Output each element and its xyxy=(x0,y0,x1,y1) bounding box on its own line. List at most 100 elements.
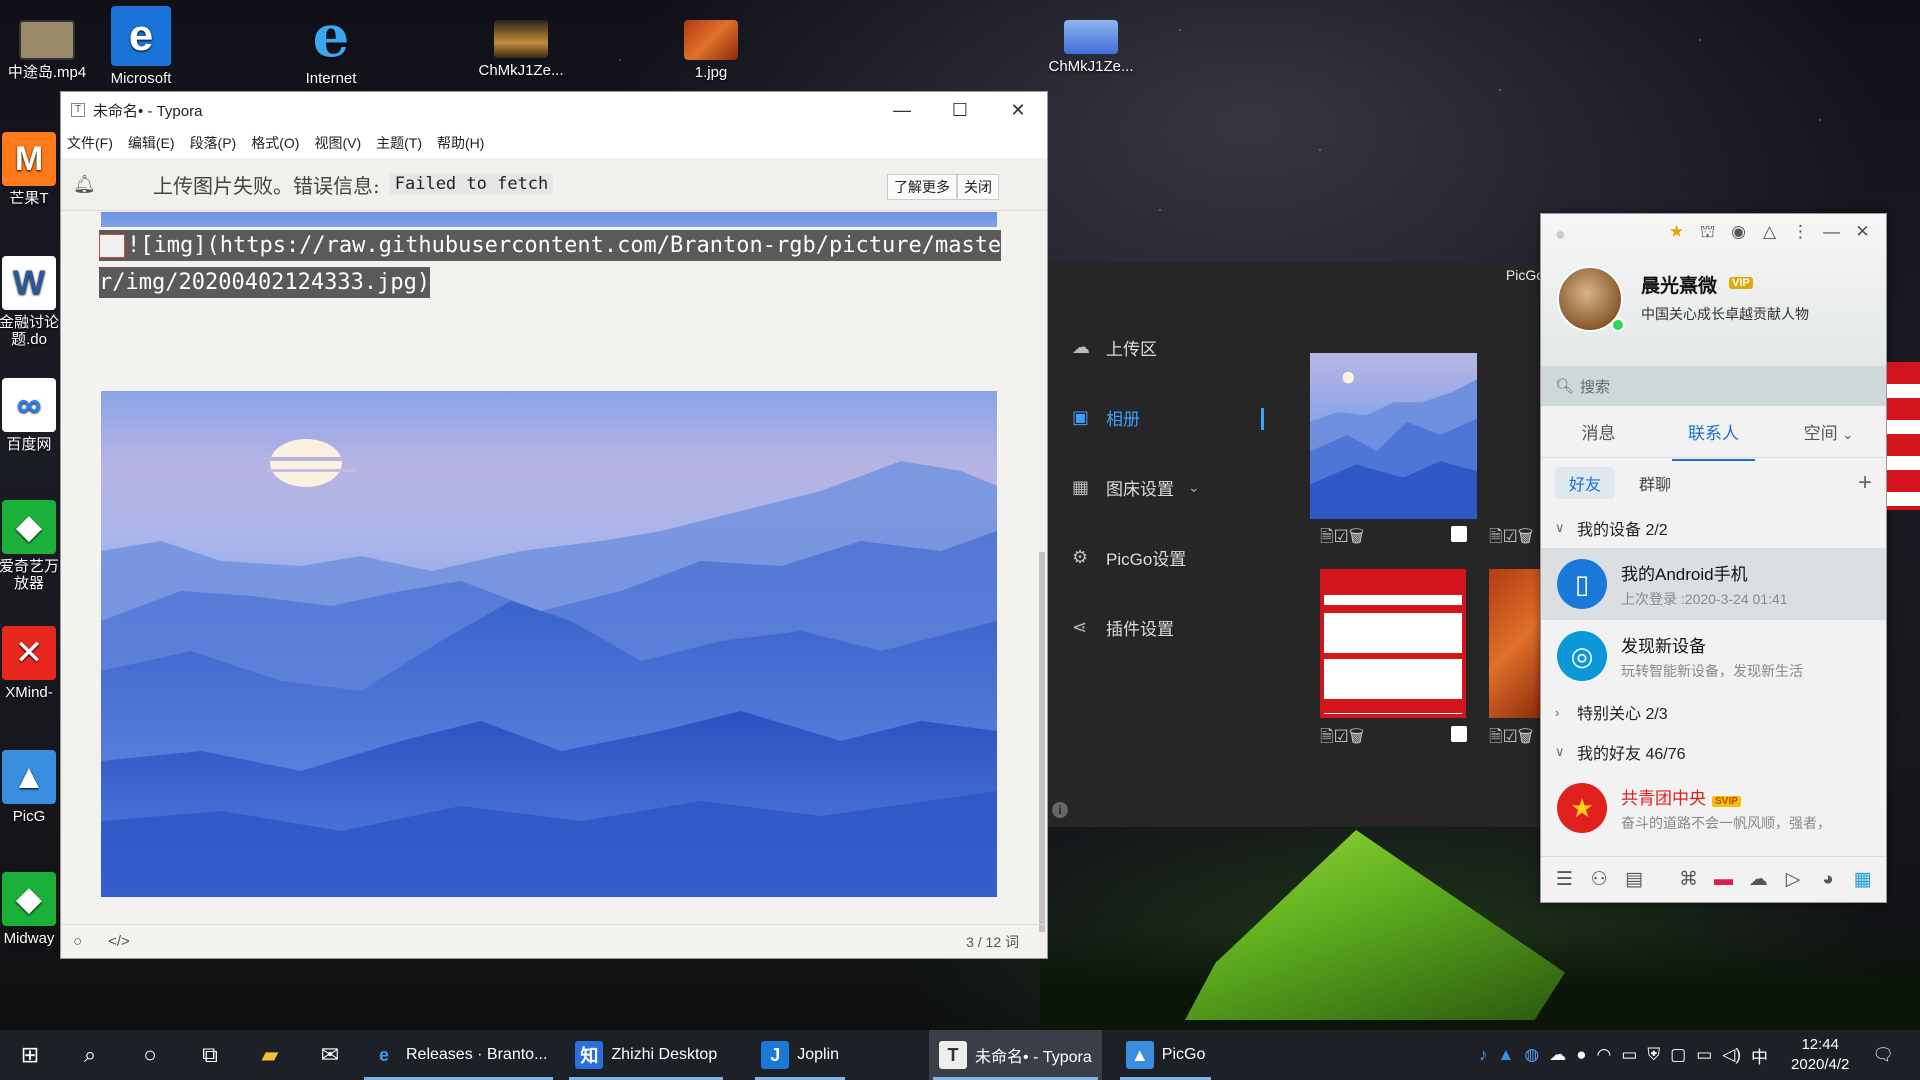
ime-indicator[interactable]: 中 xyxy=(1751,1043,1768,1068)
album-checkbox[interactable] xyxy=(1451,726,1467,742)
menu-help[interactable]: 帮助(H) xyxy=(437,133,484,153)
wifi-icon[interactable]: ◠ xyxy=(1596,1045,1611,1065)
task-view-icon[interactable]: ⧉ xyxy=(180,1030,240,1080)
album-actions[interactable]: 🗎☑🗑 xyxy=(1489,524,1533,553)
album-actions[interactable]: 🗎☑🗑 xyxy=(1489,724,1533,753)
taskbar-app-picgo[interactable]: ▲ PicGo xyxy=(1116,1030,1216,1080)
learn-more-button[interactable]: 了解更多 xyxy=(887,174,957,200)
taskbar-app-edge[interactable]: e Releases · Branto... xyxy=(360,1030,557,1080)
apps-grid-icon[interactable]: ▦ xyxy=(1845,868,1880,891)
network-tray-icon[interactable]: ◍ xyxy=(1524,1045,1539,1065)
online-status-icon[interactable] xyxy=(1611,318,1625,332)
medal-icon[interactable]: ◉ xyxy=(1723,222,1754,244)
joplin-tray-icon[interactable]: ♪ xyxy=(1479,1045,1488,1065)
add-friend-icon[interactable]: ⚇ xyxy=(1582,868,1617,891)
desktop-icon-edge[interactable]: e Microsoft xyxy=(96,6,186,87)
desktop-icon-picgo[interactable]: ▲ PicG xyxy=(0,750,64,825)
menu-file[interactable]: 文件(F) xyxy=(67,133,113,153)
tab-qzone[interactable]: 空间 ⌄ xyxy=(1771,419,1886,444)
desktop-icon-video[interactable]: 中途岛.mp4 xyxy=(2,20,92,81)
desktop-icon-image1[interactable]: ChMkJ1Ze... xyxy=(476,20,566,79)
menu-edit[interactable]: 编辑(E) xyxy=(128,133,175,153)
qq-tray-icon[interactable]: ● xyxy=(1576,1045,1586,1065)
inline-image-mountains[interactable] xyxy=(101,391,997,897)
menu-theme[interactable]: 主题(T) xyxy=(376,133,422,153)
picgo-tray-icon[interactable]: ▲ xyxy=(1498,1045,1515,1065)
file-explorer-icon[interactable]: ▰ xyxy=(240,1030,300,1080)
minimize-button[interactable]: — xyxy=(1816,222,1847,244)
play-icon[interactable]: ▷ xyxy=(1776,868,1811,891)
subtab-groups[interactable]: 群聊 xyxy=(1639,471,1671,495)
group-devices[interactable]: ∨ 我的设备 2/2 xyxy=(1541,508,1886,548)
markdown-image-source[interactable]: ![img](https://raw.githubusercontent.com… xyxy=(99,227,1013,301)
gift-icon[interactable]: ⛫ xyxy=(1692,222,1723,244)
menu-format[interactable]: 格式(O) xyxy=(251,133,299,153)
editor-area[interactable]: ![img](https://raw.githubusercontent.com… xyxy=(61,212,1047,929)
album-actions[interactable]: 🗎☑🗑 xyxy=(1320,724,1364,753)
battery-icon[interactable]: ▭ xyxy=(1696,1045,1712,1065)
defender-icon[interactable]: ⛨ xyxy=(1647,1045,1660,1065)
album-thumb-canyon[interactable] xyxy=(1489,569,1544,718)
desktop-icon-iqiyi[interactable]: ◆ 爱奇艺万放器 xyxy=(0,500,64,592)
app-manager-icon[interactable]: ▤ xyxy=(1617,868,1652,891)
subtab-friends[interactable]: 好友 xyxy=(1555,467,1616,499)
clock[interactable]: 12:44 2020/4/2 xyxy=(1791,1035,1849,1075)
tab-contacts[interactable]: 联系人 xyxy=(1656,419,1771,461)
add-contact-icon[interactable]: + xyxy=(1858,469,1872,497)
close-button[interactable]: ✕ xyxy=(989,100,1047,121)
desktop-icon-1jpg[interactable]: 1.jpg xyxy=(666,20,756,81)
video-icon[interactable]: ▬ xyxy=(1706,869,1741,891)
main-menu-icon[interactable]: ☰ xyxy=(1547,868,1582,891)
volume-icon[interactable]: ◁) xyxy=(1722,1045,1741,1065)
mail-icon[interactable]: ✉ xyxy=(300,1030,360,1080)
contact-discover-device[interactable]: ◎ 发现新设备 玩转智能新设备，发现新生活 xyxy=(1541,620,1886,692)
tab-messages[interactable]: 消息 xyxy=(1541,419,1656,444)
nav-upload[interactable]: ☁ 上传区 xyxy=(1072,312,1252,382)
search-icon[interactable]: ⌕ xyxy=(60,1030,120,1080)
notification-center-icon[interactable]: 🗨︎ xyxy=(1872,1045,1894,1065)
warning-icon[interactable]: △ xyxy=(1754,222,1785,244)
onedrive-icon[interactable]: ☁ xyxy=(1549,1045,1566,1065)
editor-scrollbar[interactable] xyxy=(1037,212,1047,932)
nav-bed-settings[interactable]: ▦ 图床设置 ⌄ xyxy=(1072,452,1252,522)
penguin-icon[interactable]: ◕ xyxy=(1810,869,1845,891)
nav-plugin-settings[interactable]: ⋖ 插件设置 xyxy=(1072,592,1252,662)
menu-paragraph[interactable]: 段落(P) xyxy=(190,133,237,153)
group-special[interactable]: › 特别关心 2/3 xyxy=(1541,692,1886,732)
cloud-icon[interactable]: ☁ xyxy=(1741,868,1776,891)
sidebar-toggle-icon[interactable]: ○ xyxy=(73,933,82,950)
desktop-icon-ie[interactable]: e Internet xyxy=(286,2,376,87)
source-code-icon[interactable]: </> xyxy=(108,933,130,950)
album-thumb-mountains[interactable] xyxy=(1310,353,1477,519)
background-window-edge[interactable] xyxy=(1887,362,1920,510)
album-thumb-partial[interactable] xyxy=(1489,353,1544,519)
maximize-button[interactable]: ☐ xyxy=(931,100,989,121)
profile-signature[interactable]: 中国关心成长卓越贡献人物 xyxy=(1641,304,1809,324)
windows-start-icon[interactable]: ⊞ xyxy=(0,1030,60,1080)
scrollbar-thumb[interactable] xyxy=(1039,552,1045,932)
desktop-icon-midway[interactable]: ◆ Midway xyxy=(0,872,64,947)
album-thumb-red-page[interactable] xyxy=(1320,569,1466,718)
taskbar-app-zhizhi[interactable]: 知 Zhizhi Desktop xyxy=(565,1030,727,1080)
desktop-icon-baidu[interactable]: ∞ 百度网 xyxy=(0,378,64,453)
cortana-icon[interactable]: ○ xyxy=(120,1030,180,1080)
desktop-icon-word-doc[interactable]: W 金融讨论题.do xyxy=(0,256,64,348)
desktop-icon-mango[interactable]: M 芒果T xyxy=(0,132,64,207)
minimize-button[interactable]: — xyxy=(873,100,931,121)
profile-name[interactable]: 晨光熹微 xyxy=(1641,271,1717,298)
nav-album[interactable]: ▣ 相册 xyxy=(1072,382,1264,452)
close-icon[interactable]: ✕ xyxy=(1847,222,1878,244)
contact-android-phone[interactable]: ▯ 我的Android手机 上次登录 :2020-3-24 01:41 xyxy=(1541,548,1886,620)
album-actions[interactable]: 🗎☑🗑 xyxy=(1320,524,1364,553)
game-icon[interactable]: ⌘ xyxy=(1671,868,1706,891)
notice-close-button[interactable]: 关闭 xyxy=(957,174,999,200)
desktop-icon-xmind[interactable]: ✕ XMind- xyxy=(0,626,64,701)
group-friends[interactable]: ∨ 我的好友 46/76 xyxy=(1541,732,1886,772)
monitor-icon[interactable]: ▢ xyxy=(1670,1045,1686,1065)
album-checkbox[interactable] xyxy=(1451,526,1467,542)
menu-view[interactable]: 视图(V) xyxy=(314,133,361,153)
taskbar-app-joplin[interactable]: J Joplin xyxy=(751,1030,849,1080)
taskbar-app-typora[interactable]: T 未命名• - Typora xyxy=(929,1030,1102,1080)
search-bar[interactable]: 🔍︎ 搜索 xyxy=(1541,366,1886,406)
nav-picgo-settings[interactable]: ⚙ PicGo设置 xyxy=(1072,522,1252,592)
